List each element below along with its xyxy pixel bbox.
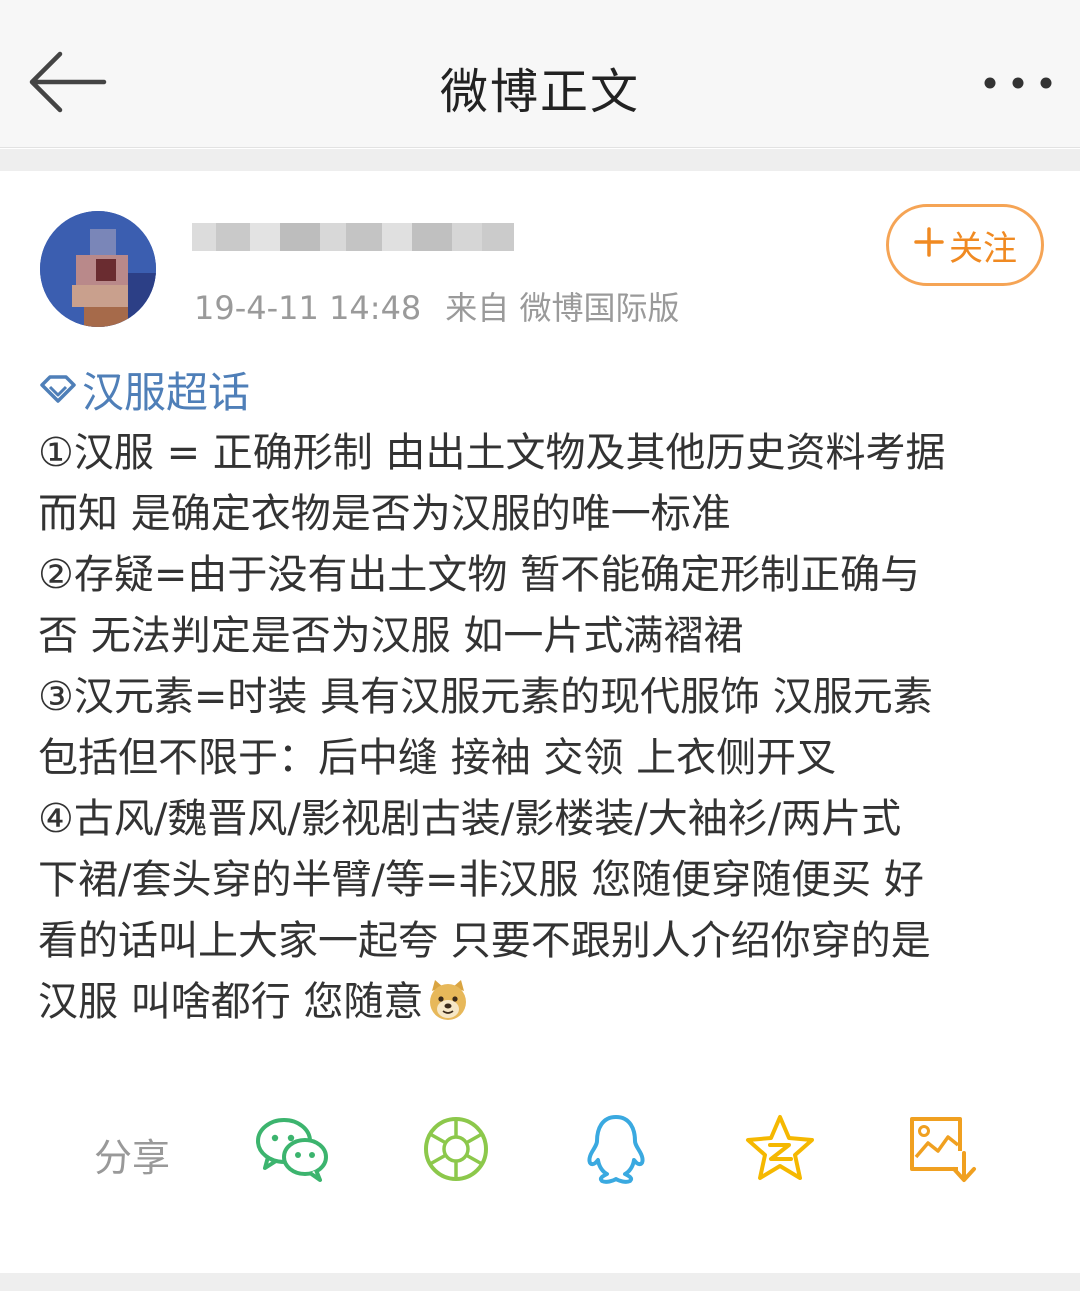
supertopic-label: 汉服超话	[82, 367, 251, 417]
post-line: ④古风/魏晋风/影视剧古装/影楼装/大袖衫/两片式	[38, 796, 902, 842]
post-line-text: 汉服 叫啥都行 您随意	[38, 979, 424, 1025]
post-line: ③汉元素=时装 具有汉服元素的现代服饰 汉服元素	[38, 674, 933, 720]
follow-label: 关注	[949, 228, 1017, 269]
post-card: 19-4-11 14:48 来自 微博国际版 关注 汉服超话 ①汉服 = 正确形制…	[0, 171, 1080, 1273]
post-line: 包括但不限于：后中缝 接袖 交领 上衣侧开叉	[38, 735, 837, 781]
follow-button[interactable]: 关注	[886, 204, 1044, 286]
post-line: ①汉服 = 正确形制 由出土文物及其他历史资料考据	[38, 430, 946, 476]
qq-icon[interactable]	[578, 1113, 654, 1185]
post-body: ①汉服 = 正确形制 由出土文物及其他历史资料考据 而知 是确定衣物是否为汉服的…	[38, 423, 1044, 1033]
arrow-left-icon	[29, 51, 107, 113]
more-options-button[interactable]	[978, 58, 1058, 108]
post-line: 否 无法判定是否为汉服 如一片式满褶裙	[38, 613, 744, 659]
username-blurred[interactable]	[192, 211, 514, 265]
page-title: 微博正文	[439, 64, 640, 120]
post-line-last: 汉服 叫啥都行 您随意	[38, 972, 1044, 1033]
doge-emoji	[430, 980, 467, 1020]
section-divider	[0, 149, 1080, 171]
avatar[interactable]	[40, 211, 156, 327]
post-line: ②存疑=由于没有出土文物 暂不能确定形制正确与	[38, 552, 921, 598]
moments-icon[interactable]	[418, 1113, 494, 1185]
diamond-icon	[40, 375, 76, 403]
post-timestamp: 19-4-11 14:48	[194, 289, 422, 327]
post-meta: 19-4-11 14:48 来自 微博国际版	[194, 283, 679, 329]
supertopic-link[interactable]: 汉服超话	[38, 361, 250, 417]
more-dots-icon	[984, 77, 1052, 89]
bottom-divider	[0, 1273, 1080, 1291]
wechat-icon[interactable]	[254, 1113, 330, 1185]
share-label: 分享	[94, 1136, 171, 1180]
share-bar: 分享	[0, 1109, 1080, 1189]
plus-icon	[913, 225, 945, 265]
post-line: 下裙/套头穿的半臂/等=非汉服 您随便穿随便买 好	[38, 857, 924, 903]
save-image-icon[interactable]	[904, 1113, 980, 1185]
post-source: 来自 微博国际版	[445, 289, 680, 327]
post-line: 看的话叫上大家一起夸 只要不跟别人介绍你穿的是	[38, 918, 931, 964]
post-line: 而知 是确定衣物是否为汉服的唯一标准	[38, 491, 731, 537]
qzone-icon[interactable]	[742, 1113, 818, 1185]
top-navigation-bar: 微博正文	[0, 0, 1080, 148]
back-button[interactable]	[22, 46, 112, 118]
